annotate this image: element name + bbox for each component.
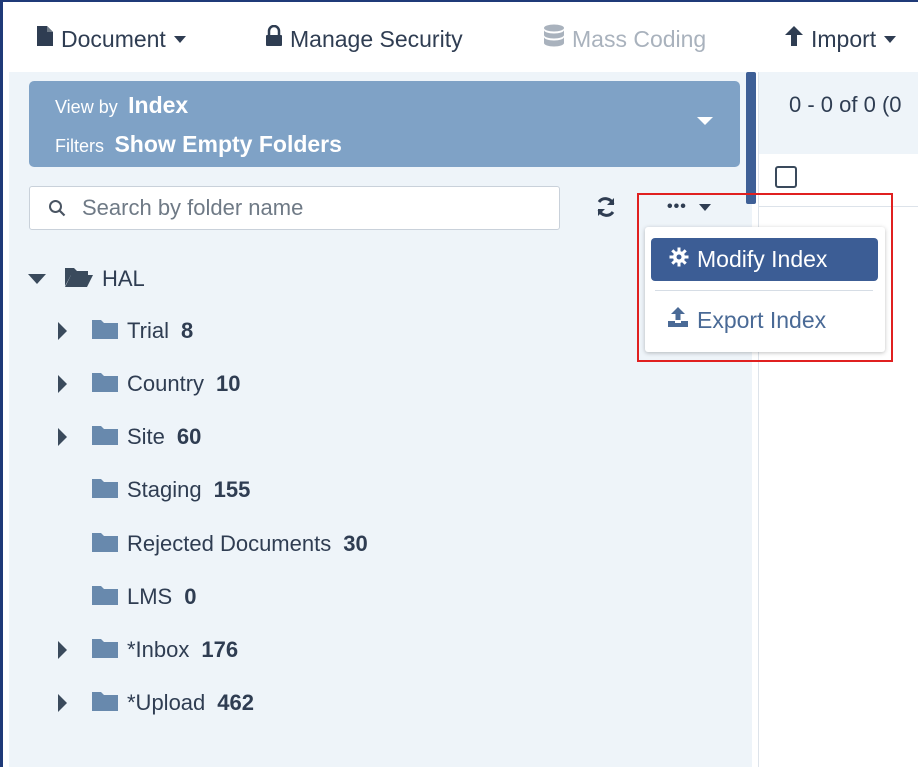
tree-item-lms[interactable]: LMS 0 (91, 582, 197, 612)
tree-item-label: LMS (127, 584, 173, 609)
tree-item-count: 8 (180, 318, 194, 343)
tree-item-label: *Upload (127, 690, 206, 715)
database-icon (543, 24, 565, 54)
tree-item-count: 10 (216, 371, 241, 396)
tree-item-label: Trial (127, 318, 169, 343)
filters-label: Filters (55, 136, 104, 156)
results-header: 0 - 0 of 0 (0 (759, 72, 918, 154)
import-menu-button[interactable]: Import (784, 24, 897, 54)
tree-item-label: Country (127, 371, 205, 396)
folder-icon (91, 424, 119, 451)
manage-security-button[interactable]: Manage Security (265, 24, 463, 54)
tree-item-site[interactable]: Site 60 (58, 422, 202, 452)
results-panel: 0 - 0 of 0 (0 (758, 72, 918, 767)
folder-icon (91, 318, 119, 345)
view-by-value: Index (128, 92, 189, 118)
folder-icon (91, 637, 119, 664)
folder-icon (91, 584, 119, 611)
gear-icon (669, 246, 689, 273)
tree-item-count: 30 (343, 531, 368, 556)
mass-coding-button[interactable]: Mass Coding (543, 24, 706, 54)
tree-item-staging[interactable]: Staging 155 (91, 475, 250, 505)
search-icon (48, 199, 66, 222)
manage-security-label: Manage Security (290, 25, 463, 52)
tree-item-rejected-documents[interactable]: Rejected Documents 30 (91, 529, 368, 559)
tree-item-count: 155 (213, 477, 251, 502)
document-icon (36, 25, 54, 53)
folder-icon (91, 477, 119, 504)
lock-icon (265, 24, 283, 53)
expand-arrow-icon[interactable] (58, 428, 67, 446)
pagination-text: 0 - 0 of 0 (0 (789, 92, 902, 117)
chevron-down-icon (884, 35, 897, 43)
tree-item-label: Site (127, 424, 165, 449)
actions-dropdown-menu: Modify Index Export Index (645, 227, 885, 352)
document-menu-button[interactable]: Document (36, 24, 186, 54)
document-menu-label: Document (61, 25, 166, 52)
chevron-down-icon (697, 117, 713, 125)
tree-item-label: Rejected Documents (127, 531, 332, 556)
tree-item-upload[interactable]: *Upload 462 (58, 688, 254, 718)
tree-item-count: 0 (184, 584, 197, 609)
folder-icon (91, 690, 119, 717)
tree-item-label: Staging (127, 477, 202, 502)
folder-icon (91, 371, 119, 398)
expand-arrow-icon[interactable] (58, 375, 67, 393)
refresh-icon[interactable] (594, 195, 618, 219)
import-menu-label: Import (811, 25, 877, 52)
menu-divider (655, 290, 873, 291)
chevron-down-icon (173, 35, 186, 43)
tree-item-count: 176 (201, 637, 239, 662)
filters-row: Filters Show Empty Folders (55, 131, 342, 158)
tree-root-hal[interactable]: HAL (28, 264, 145, 294)
tree-item-trial[interactable]: Trial 8 (58, 316, 194, 346)
export-index-label: Export Index (697, 306, 827, 333)
folder-icon (91, 531, 119, 558)
top-toolbar: Document Manage Security Mass Coding Imp… (3, 2, 918, 72)
mass-coding-label: Mass Coding (572, 25, 707, 52)
export-index-menu-item[interactable]: Export Index (667, 303, 826, 337)
collapse-arrow-icon[interactable] (28, 274, 46, 284)
folder-search-input[interactable] (82, 193, 542, 223)
panel-resize-handle[interactable] (746, 72, 756, 204)
expand-arrow-icon[interactable] (58, 322, 67, 340)
tree-item-inbox[interactable]: *Inbox 176 (58, 635, 239, 665)
view-by-label: View by (55, 97, 118, 117)
expand-arrow-icon[interactable] (58, 694, 67, 712)
tree-root-label: HAL (102, 266, 145, 291)
tree-item-country[interactable]: Country 10 (58, 369, 241, 399)
tree-item-count: 60 (176, 424, 202, 449)
select-all-checkbox[interactable] (775, 166, 797, 188)
view-by-row: View by Index (55, 92, 188, 119)
arrow-up-icon (784, 25, 804, 53)
tree-item-label: *Inbox (127, 637, 190, 662)
tree-item-count: 462 (217, 690, 254, 715)
modify-index-button[interactable]: Modify Index (651, 238, 878, 281)
expand-arrow-icon[interactable] (58, 641, 67, 659)
upload-icon (667, 306, 689, 334)
view-by-selector[interactable]: View by Index Filters Show Empty Folders (29, 81, 740, 167)
folder-open-icon (64, 266, 94, 293)
folder-search-box (29, 186, 560, 230)
filters-value: Show Empty Folders (114, 131, 342, 157)
modify-index-label: Modify Index (697, 246, 828, 272)
